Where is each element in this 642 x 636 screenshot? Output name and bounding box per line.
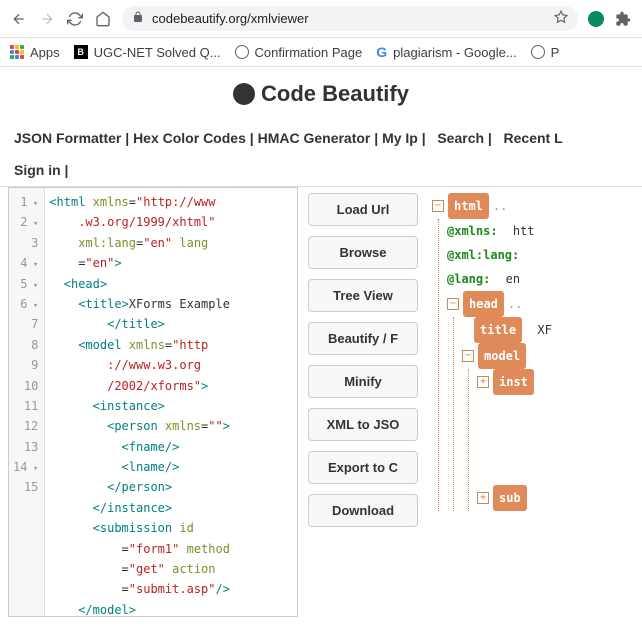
minus-icon[interactable]: −	[432, 200, 444, 212]
minus-icon[interactable]: −	[462, 350, 474, 362]
google-icon: G	[376, 44, 387, 60]
apps-bookmark[interactable]: Apps	[10, 45, 60, 60]
tree-attr-xmllang: @xml:lang:	[447, 243, 638, 267]
actions-column: Load Url Browse Tree View Beautify / F M…	[298, 187, 428, 617]
myip-link[interactable]: My Ip	[382, 130, 418, 146]
export-button[interactable]: Export to C	[308, 451, 418, 484]
bu-icon: B	[74, 45, 88, 59]
site-header: Code Beautify	[0, 67, 642, 122]
star-icon[interactable]	[554, 10, 568, 27]
signin-bar: Sign in |	[0, 154, 642, 187]
tree-node-title[interactable]: title XF	[474, 317, 638, 343]
hmac-link[interactable]: HMAC Generator	[258, 130, 371, 146]
beautify-button[interactable]: Beautify / F	[308, 322, 418, 355]
bookmarks-bar: Apps B UGC-NET Solved Q... Confirmation …	[0, 38, 642, 67]
p-bookmark[interactable]: P	[531, 45, 560, 60]
minus-icon[interactable]: −	[447, 298, 459, 310]
code-panel: 123456789101112131415 <html xmlns="http:…	[8, 187, 298, 617]
tree-panel: − html .. @xmlns: htt @xml:lang: @lang: …	[428, 187, 642, 617]
site-toolbar: JSON Formatter | Hex Color Codes | HMAC …	[0, 122, 642, 154]
xml-to-json-button[interactable]: XML to JSO	[308, 408, 418, 441]
address-bar[interactable]: codebeautify.org/xmlviewer	[122, 6, 578, 31]
tree-node-instance[interactable]: + inst	[477, 369, 638, 395]
lock-icon	[132, 11, 144, 26]
download-button[interactable]: Download	[308, 494, 418, 527]
globe-icon	[235, 45, 249, 59]
plus-icon[interactable]: +	[477, 492, 489, 504]
browse-button[interactable]: Browse	[308, 236, 418, 269]
url-text: codebeautify.org/xmlviewer	[152, 11, 309, 26]
hex-colors-link[interactable]: Hex Color Codes	[133, 130, 246, 146]
tree-node-submission[interactable]: + sub	[477, 485, 638, 511]
recent-link[interactable]: Recent L	[504, 130, 563, 146]
back-icon[interactable]	[10, 10, 28, 28]
site-title: Code Beautify	[261, 81, 409, 107]
plagiarism-bookmark[interactable]: G plagiarism - Google...	[376, 44, 516, 60]
extension-icon[interactable]	[588, 11, 604, 27]
tree-node-model[interactable]: − model	[462, 343, 638, 369]
minify-button[interactable]: Minify	[308, 365, 418, 398]
tree-attr-xmlns: @xmlns: htt	[447, 219, 638, 243]
logo-icon	[233, 83, 255, 105]
tree-view-button[interactable]: Tree View	[308, 279, 418, 312]
reload-icon[interactable]	[66, 10, 84, 28]
tree-node-head[interactable]: − head ..	[447, 291, 638, 317]
confirmation-bookmark[interactable]: Confirmation Page	[235, 45, 363, 60]
main-area: 123456789101112131415 <html xmlns="http:…	[0, 187, 642, 617]
home-icon[interactable]	[94, 10, 112, 28]
json-formatter-link[interactable]: JSON Formatter	[14, 130, 121, 146]
tree-attr-lang: @lang: en	[447, 267, 638, 291]
signin-link[interactable]: Sign in |	[14, 162, 68, 178]
line-gutter: 123456789101112131415	[9, 188, 45, 616]
tree-node-html[interactable]: − html ..	[432, 193, 638, 219]
browser-toolbar: codebeautify.org/xmlviewer	[0, 0, 642, 38]
ugc-bookmark[interactable]: B UGC-NET Solved Q...	[74, 45, 221, 60]
load-url-button[interactable]: Load Url	[308, 193, 418, 226]
globe-icon	[531, 45, 545, 59]
code-content[interactable]: <html xmlns="http://www .w3.org/1999/xht…	[45, 188, 234, 616]
extensions-icon[interactable]	[614, 10, 632, 28]
plus-icon[interactable]: +	[477, 376, 489, 388]
forward-icon[interactable]	[38, 10, 56, 28]
apps-icon	[10, 45, 24, 59]
search-link[interactable]: Search	[437, 130, 484, 146]
